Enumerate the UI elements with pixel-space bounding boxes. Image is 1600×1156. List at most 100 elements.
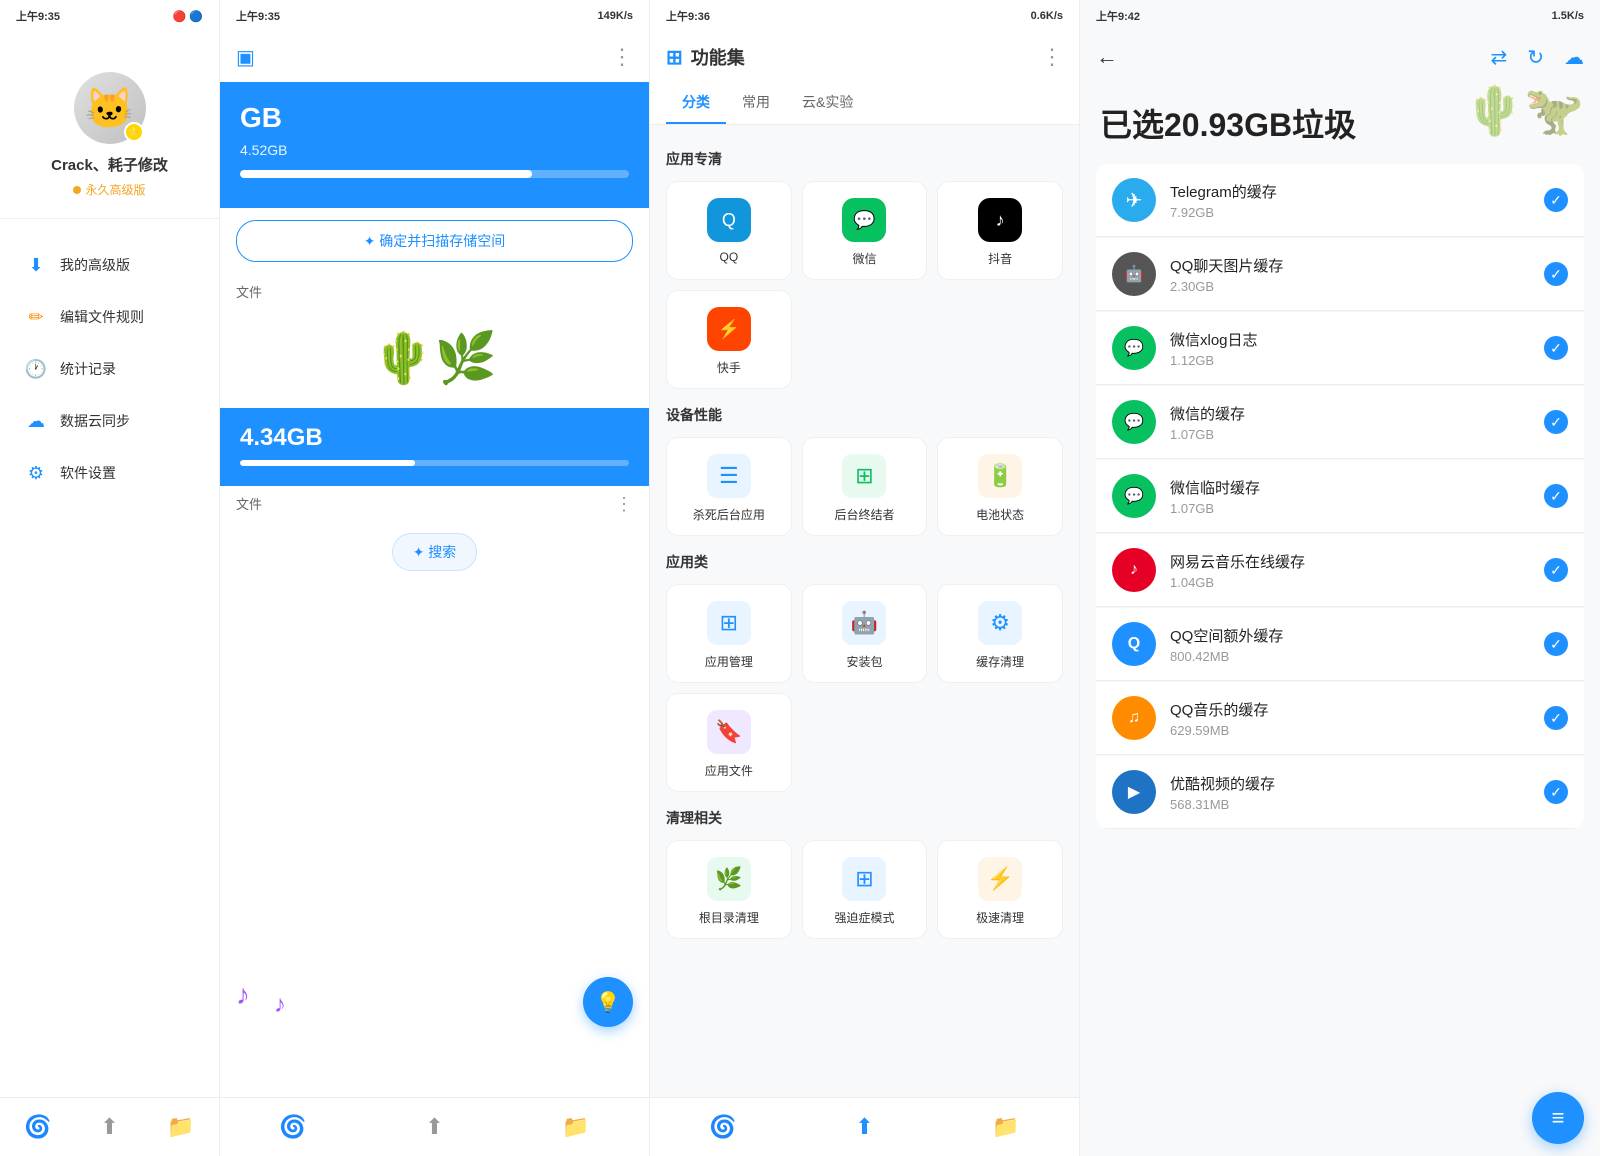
float-light-icon: 💡 <box>596 990 621 1015</box>
nav3-folder[interactable]: 📁 <box>984 1110 1027 1144</box>
device-grid: ☰ 杀死后台应用 ⊞ 后台终结者 🔋 电池状态 <box>666 437 1063 536</box>
feature-battery[interactable]: 🔋 电池状态 <box>937 437 1063 536</box>
qq-img-check[interactable]: ✓ <box>1544 262 1568 286</box>
wechat-cache-check[interactable]: ✓ <box>1544 410 1568 434</box>
cloud-upload-icon[interactable]: ☁ <box>1564 45 1584 70</box>
telegram-check[interactable]: ✓ <box>1544 188 1568 212</box>
douyin-icon-char: ♪ <box>996 210 1005 231</box>
wechat-tmp-char: 💬 <box>1124 486 1144 506</box>
float-action-light[interactable]: 💡 <box>583 977 633 1027</box>
float-menu-icon: ≡ <box>1552 1105 1565 1131</box>
speed-4: 1.5K/s <box>1552 10 1584 22</box>
wechat-tmp-check[interactable]: ✓ <box>1544 484 1568 508</box>
wechat-cache-icon: 💬 <box>1112 400 1156 444</box>
qq-img-icon: 🤖 <box>1112 252 1156 296</box>
float-menu-btn[interactable]: ≡ <box>1532 1092 1584 1144</box>
wechat-cache-name: 微信的缓存 <box>1170 403 1530 424</box>
netease-check[interactable]: ✓ <box>1544 558 1568 582</box>
menu-item-premium[interactable]: ⬇ 我的高级版 <box>0 239 219 291</box>
tab-cloud[interactable]: 云&实验 <box>786 82 869 124</box>
nav-clean[interactable]: 🌀 <box>16 1110 59 1144</box>
menu-items-list: ⬇ 我的高级版 ✏ 编辑文件规则 🕐 统计记录 ☁ 数据云同步 ⚙ 软件设置 <box>0 219 219 1097</box>
nav3-upload[interactable]: ⬆ <box>847 1110 881 1144</box>
cleanup-item-wechat-xlog[interactable]: 💬 微信xlog日志 1.12GB ✓ <box>1096 311 1584 385</box>
menu-label-settings: 软件设置 <box>60 463 116 483</box>
apk-icon: 🤖 <box>842 601 886 645</box>
swap-icon[interactable]: ⇄ <box>1490 45 1507 70</box>
section-title-device: 设备性能 <box>666 405 1063 425</box>
menu-item-stats[interactable]: 🕐 统计记录 <box>0 343 219 395</box>
storage-second-title: 4.34GB <box>240 424 629 452</box>
confirm-scan-btn[interactable]: ✦ 确定并扫描存储空间 <box>236 220 633 262</box>
cleanup-item-qq-img[interactable]: 🤖 QQ聊天图片缓存 2.30GB ✓ <box>1096 237 1584 311</box>
feature-ocd[interactable]: ⊞ 强迫症模式 <box>802 840 928 939</box>
cleanup-item-qqzone[interactable]: Q QQ空间额外缓存 800.42MB ✓ <box>1096 607 1584 681</box>
netease-info: 网易云音乐在线缓存 1.04GB <box>1170 551 1530 590</box>
tab-common[interactable]: 常用 <box>726 82 786 124</box>
menu-item-cloud[interactable]: ☁ 数据云同步 <box>0 395 219 447</box>
section-title-app-clean: 应用专清 <box>666 149 1063 169</box>
cleanup-items-container: ✈ Telegram的缓存 7.92GB ✓ 🤖 QQ聊天图片缓存 2.30GB… <box>1096 164 1584 829</box>
feature-douyin[interactable]: ♪ 抖音 <box>937 181 1063 280</box>
apps-grid: ⊞ 应用管理 🤖 安装包 ⚙ 缓存清理 🔖 应用文件 <box>666 584 1063 792</box>
cleanup-item-telegram[interactable]: ✈ Telegram的缓存 7.92GB ✓ <box>1096 164 1584 237</box>
qq-img-info: QQ聊天图片缓存 2.30GB <box>1170 255 1530 294</box>
status-bar-4: 上午9:42 1.5K/s <box>1080 0 1600 32</box>
nav-folder[interactable]: 📁 <box>159 1110 202 1144</box>
feature-qq[interactable]: Q QQ <box>666 181 792 280</box>
feature-fast-clean[interactable]: ⚡ 极速清理 <box>937 840 1063 939</box>
qqmusic-name: QQ音乐的缓存 <box>1170 699 1530 720</box>
nav-upload[interactable]: ⬆ <box>92 1110 126 1144</box>
nav-folder-icon: 📁 <box>167 1114 194 1140</box>
nav2-clean[interactable]: 🌀 <box>271 1110 314 1144</box>
search-btn-container: ✦ 搜索 <box>220 523 649 581</box>
feature-app-file[interactable]: 🔖 应用文件 <box>666 693 792 792</box>
cleanup-item-qqmusic[interactable]: ♫ QQ音乐的缓存 629.59MB ✓ <box>1096 681 1584 755</box>
qqmusic-check[interactable]: ✓ <box>1544 706 1568 730</box>
wechat-tmp-size: 1.07GB <box>1170 501 1530 516</box>
refresh-icon[interactable]: ↻ <box>1527 45 1544 70</box>
menu-item-rules[interactable]: ✏ 编辑文件规则 <box>0 291 219 343</box>
battery-label: 电池状态 <box>976 506 1024 523</box>
feature-dir-clean[interactable]: 🌿 根目录清理 <box>666 840 792 939</box>
cleanup-item-wechat-cache[interactable]: 💬 微信的缓存 1.07GB ✓ <box>1096 385 1584 459</box>
menu-item-settings[interactable]: ⚙ 软件设置 <box>0 447 219 499</box>
cleanup-item-wechat-tmp[interactable]: 💬 微信临时缓存 1.07GB ✓ <box>1096 459 1584 533</box>
app-file-icon: 🔖 <box>707 710 751 754</box>
feature-bg-killer[interactable]: ⊞ 后台终结者 <box>802 437 928 536</box>
premium-icon: ⬇ <box>24 253 48 277</box>
wechat-tmp-icon: 💬 <box>1112 474 1156 518</box>
feature-apk[interactable]: 🤖 安装包 <box>802 584 928 683</box>
panel3-features: 上午9:36 0.6K/s ⊞ 功能集 ⋮ 分类 常用 云&实验 应用专清 Q … <box>650 0 1080 1156</box>
cleanup-item-youku[interactable]: ▶ 优酷视频的缓存 568.31MB ✓ <box>1096 755 1584 829</box>
search-button[interactable]: ✦ 搜索 <box>392 533 478 571</box>
feature-wechat[interactable]: 💬 微信 <box>802 181 928 280</box>
back-button[interactable]: ← <box>1096 44 1118 70</box>
feature-app-mgr[interactable]: ⊞ 应用管理 <box>666 584 792 683</box>
nav3-clean[interactable]: 🌀 <box>701 1110 744 1144</box>
qqmusic-icon: ♫ <box>1112 696 1156 740</box>
nav-clean-icon: 🌀 <box>24 1114 51 1140</box>
feature-kuaishou[interactable]: ⚡ 快手 <box>666 290 792 389</box>
youku-check[interactable]: ✓ <box>1544 780 1568 804</box>
app-mgr-icon: ⊞ <box>707 601 751 645</box>
three-dots-2[interactable]: ⋮ <box>615 494 633 515</box>
more-icon-2[interactable]: ⋮ <box>611 44 633 70</box>
bg-killer-label: 后台终结者 <box>834 506 894 523</box>
status-time-4: 上午9:42 <box>1096 8 1140 24</box>
sidebar-toggle-icon[interactable]: ▣ <box>236 45 255 70</box>
panel1-sidebar: 上午9:35 🔴 🔵 🐱 ⭐ Crack、耗子修改 永久高级版 ⬇ 我的高级版 … <box>0 0 220 1156</box>
qqzone-info: QQ空间额外缓存 800.42MB <box>1170 625 1530 664</box>
nav2-folder[interactable]: 📁 <box>554 1110 597 1144</box>
panel4-header: ← ⇄ ↻ ☁ <box>1080 32 1600 82</box>
status-icons-1: 🔴 🔵 <box>173 10 203 23</box>
nav2-upload[interactable]: ⬆ <box>417 1110 451 1144</box>
more-icon-3[interactable]: ⋮ <box>1041 44 1063 70</box>
feature-cache[interactable]: ⚙ 缓存清理 <box>937 584 1063 683</box>
wechat-xlog-check[interactable]: ✓ <box>1544 336 1568 360</box>
qqzone-check[interactable]: ✓ <box>1544 632 1568 656</box>
tab-category[interactable]: 分类 <box>666 82 726 124</box>
cleanup-item-netease[interactable]: ♪ 网易云音乐在线缓存 1.04GB ✓ <box>1096 533 1584 607</box>
feature-kill-bg[interactable]: ☰ 杀死后台应用 <box>666 437 792 536</box>
qq-img-char: 🤖 <box>1124 264 1144 284</box>
